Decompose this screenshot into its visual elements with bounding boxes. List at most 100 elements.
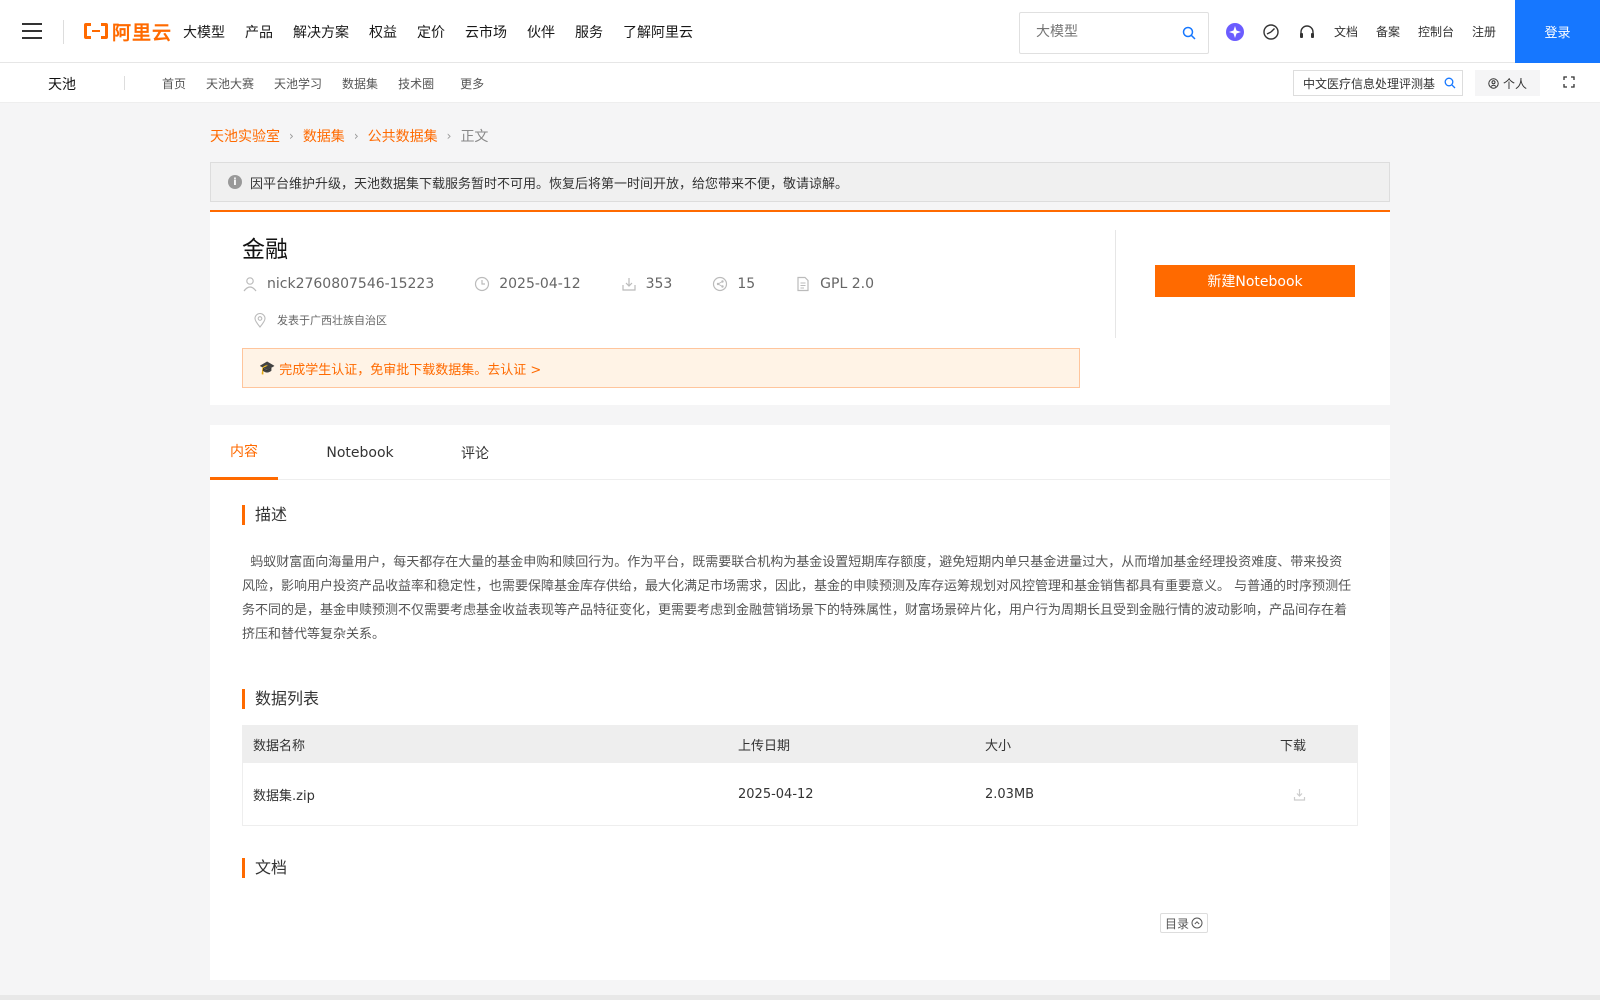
dataset-content-card: 内容 Notebook 评论 描述 蚂蚁财富面向海量用户，每天都存在大量的基金申… <box>210 425 1390 980</box>
user-icon <box>243 277 257 292</box>
breadcrumb-current: 正文 <box>460 129 489 145</box>
student-verify-text[interactable]: 完成学生认证，免审批下载数据集。去认证 > <box>279 359 541 378</box>
download-icon[interactable] <box>1293 788 1306 801</box>
chevron-right-icon: › <box>289 129 294 143</box>
breadcrumb-datasets[interactable]: 数据集 <box>303 126 345 146</box>
notice-text: 因平台维护升级，天池数据集下载服务暂时不可用。恢复后将第一时间开放，给您带来不便… <box>250 176 849 192</box>
menu-item-products[interactable]: 产品 <box>245 22 273 42</box>
chevron-up-circle-icon <box>1191 917 1203 929</box>
hamburger-menu-icon[interactable] <box>22 22 42 40</box>
search-icon[interactable] <box>1444 77 1456 89</box>
divider <box>1115 230 1116 338</box>
publish-location: 发表于广西壮族自治区 <box>254 312 387 328</box>
divider <box>124 76 125 90</box>
menu-item-partners[interactable]: 伙伴 <box>527 22 555 42</box>
maintenance-notice: i 因平台维护升级，天池数据集下载服务暂时不可用。恢复后将第一时间开放，给您带来… <box>210 162 1390 202</box>
top-navbar: 阿里云 大模型 产品 解决方案 权益 定价 云市场 伙伴 服务 了解阿里云 大模… <box>0 0 1600 63</box>
logo-text: 阿里云 <box>112 21 173 44</box>
section-title-description: 描述 <box>242 505 287 525</box>
col-header-download: 下载 <box>1280 739 1307 754</box>
student-verify-banner[interactable]: 🎓 完成学生认证，免审批下载数据集。去认证 > <box>242 348 1080 388</box>
author-name[interactable]: nick2760807546-15223 <box>267 276 434 292</box>
data-table: 数据名称 上传日期 大小 下载 数据集.zip 2025-04-12 2.03M… <box>242 725 1358 826</box>
toc-button[interactable]: 目录 <box>1160 913 1209 933</box>
publish-date: 2025-04-12 <box>499 276 581 292</box>
link-filing[interactable]: 备案 <box>1376 23 1400 40</box>
breadcrumb-lab[interactable]: 天池实验室 <box>210 126 280 146</box>
sub-menu-datasets[interactable]: 数据集 <box>342 75 378 92</box>
location-pin-icon <box>254 312 266 328</box>
share-icon <box>713 276 728 292</box>
ai-assistant-icon[interactable] <box>1226 22 1244 41</box>
headset-icon[interactable] <box>1298 23 1316 41</box>
location-text: 发表于广西壮族自治区 <box>277 314 387 327</box>
tianchi-brand[interactable]: 天池 <box>48 74 76 94</box>
sub-menu-more[interactable]: 更多 <box>460 75 484 92</box>
link-console[interactable]: 控制台 <box>1418 23 1454 40</box>
personal-label: 个人 <box>1502 76 1527 91</box>
file-download[interactable] <box>1293 763 1306 825</box>
divider <box>63 20 64 44</box>
top-right-tools: 文档 备案 控制台 注册 <box>1226 0 1514 63</box>
col-header-name: 数据名称 <box>253 739 306 754</box>
dataset-header-card: 金融 nick2760807546-15223 2025-04-12 353 1… <box>210 210 1390 405</box>
personal-button[interactable]: 个人 <box>1475 70 1540 96</box>
menu-item-services[interactable]: 服务 <box>575 22 603 42</box>
sub-menu-competitions[interactable]: 天池大赛 <box>206 75 254 92</box>
tab-content[interactable]: 内容 <box>210 425 278 480</box>
speedometer-icon[interactable] <box>1262 23 1280 41</box>
meta-shares: 15 <box>712 276 755 292</box>
sub-menu-learning[interactable]: 天池学习 <box>274 75 322 92</box>
sub-search-input[interactable] <box>1303 76 1438 90</box>
login-button[interactable]: 登录 <box>1515 0 1600 63</box>
main-menu: 大模型 产品 解决方案 权益 定价 云市场 伙伴 服务 了解阿里云 <box>183 0 713 63</box>
info-icon: i <box>228 175 242 189</box>
sub-menu-tech-circle[interactable]: 技术圈 <box>398 75 434 92</box>
chevron-right-icon: › <box>446 129 452 143</box>
menu-item-large-model[interactable]: 大模型 <box>183 22 225 42</box>
meta-downloads: 353 <box>621 276 673 292</box>
new-notebook-button[interactable]: 新建Notebook <box>1155 265 1355 297</box>
tab-notebook[interactable]: Notebook <box>325 425 395 480</box>
link-docs[interactable]: 文档 <box>1334 23 1358 40</box>
top-search-box <box>1019 12 1209 54</box>
menu-item-about[interactable]: 了解阿里云 <box>623 22 693 42</box>
menu-item-pricing[interactable]: 定价 <box>417 22 445 42</box>
breadcrumb-public-datasets[interactable]: 公共数据集 <box>368 126 438 146</box>
description-text: 蚂蚁财富面向海量用户，每天都存在大量的基金申购和赎回行为。作为平台，既需要联合机… <box>242 555 1352 642</box>
breadcrumb: 天池实验室 › 数据集 › 公共数据集 › 正文 <box>210 126 488 146</box>
top-search-input[interactable] <box>1036 24 1176 40</box>
sub-menu-home[interactable]: 首页 <box>162 75 186 92</box>
meta-author: nick2760807546-15223 <box>242 276 434 292</box>
page-bottom-border <box>0 995 1600 1000</box>
sub-menu: 首页 天池大赛 天池学习 数据集 技术圈 更多 <box>162 63 504 103</box>
aliyun-logo[interactable]: 阿里云 <box>83 18 172 44</box>
sub-navbar: 天池 首页 天池大赛 天池学习 数据集 技术圈 更多 个人 <box>0 63 1600 103</box>
menu-item-marketplace[interactable]: 云市场 <box>465 22 507 42</box>
license-name: GPL 2.0 <box>820 276 874 292</box>
col-header-date: 上传日期 <box>738 739 791 754</box>
file-size: 2.03MB <box>985 786 1035 802</box>
user-circle-icon <box>1488 77 1499 89</box>
sub-search-box <box>1293 70 1463 96</box>
dataset-meta: nick2760807546-15223 2025-04-12 353 15 G… <box>242 276 914 292</box>
chevron-right-icon: › <box>353 129 359 143</box>
link-register[interactable]: 注册 <box>1472 23 1496 40</box>
aliyun-logo-icon <box>84 23 108 39</box>
table-header: 数据名称 上传日期 大小 下载 <box>243 726 1357 763</box>
fullscreen-icon[interactable] <box>1563 76 1575 88</box>
col-header-size: 大小 <box>985 739 1012 754</box>
section-title-docs: 文档 <box>242 858 287 878</box>
menu-item-solutions[interactable]: 解决方案 <box>293 22 349 42</box>
table-row: 数据集.zip 2025-04-12 2.03MB <box>243 763 1357 825</box>
search-icon[interactable] <box>1182 26 1196 40</box>
clock-icon <box>475 276 490 292</box>
menu-item-benefits[interactable]: 权益 <box>369 22 397 42</box>
share-count: 15 <box>737 276 756 292</box>
download-count: 353 <box>645 276 673 292</box>
content-tabs: 内容 Notebook 评论 <box>210 425 1390 480</box>
meta-date: 2025-04-12 <box>474 276 581 292</box>
tab-comments[interactable]: 评论 <box>455 425 495 480</box>
section-title-datalist: 数据列表 <box>242 689 319 709</box>
meta-license: GPL 2.0 <box>795 276 874 292</box>
